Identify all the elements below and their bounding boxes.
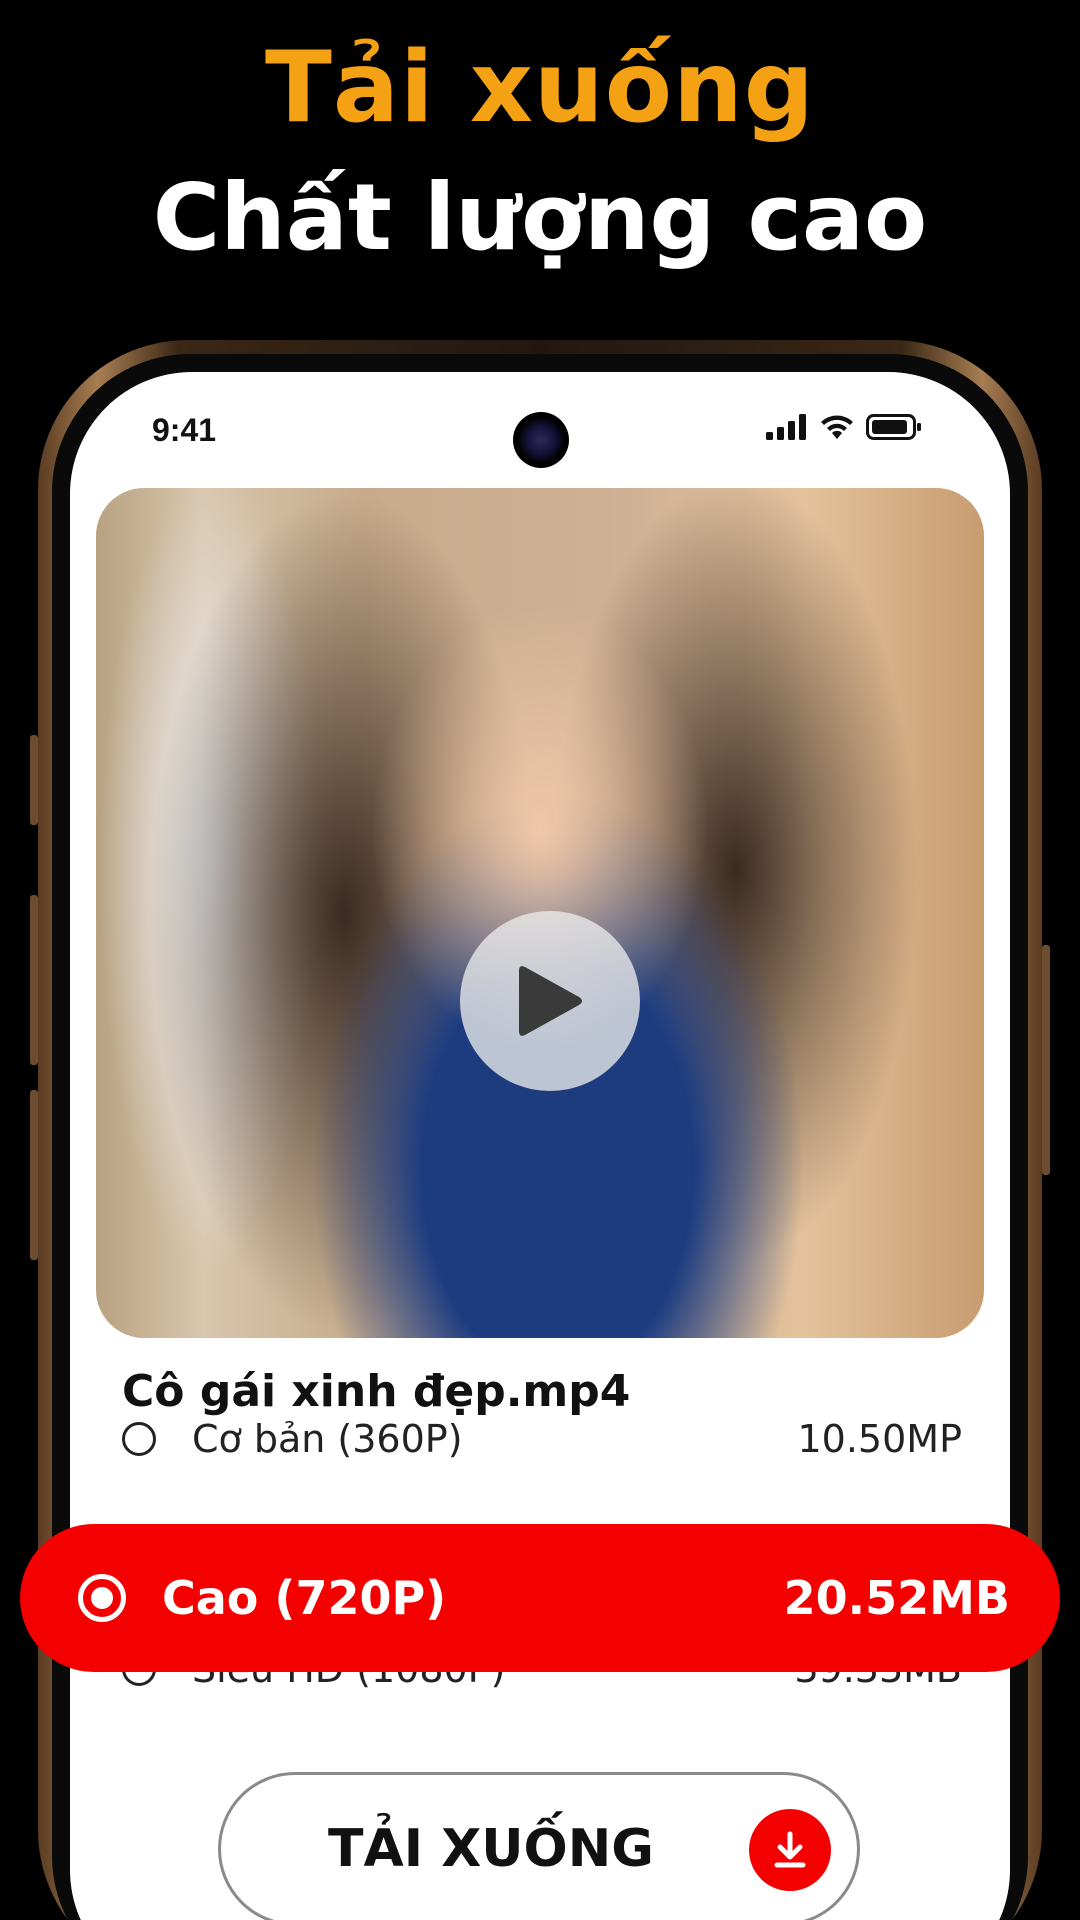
- video-thumbnail[interactable]: [96, 488, 984, 1338]
- phone-side-button: [1042, 945, 1050, 1175]
- battery-icon: [866, 414, 921, 440]
- quality-option-label: Cơ bản (360P): [192, 1417, 463, 1461]
- play-icon: [519, 966, 582, 1036]
- download-icon: [749, 1809, 831, 1891]
- phone-side-button: [30, 1090, 38, 1260]
- status-time: 9:41: [152, 412, 217, 448]
- radio-unselected[interactable]: [122, 1422, 156, 1456]
- play-button[interactable]: [460, 911, 640, 1091]
- quality-option-720p-selected[interactable]: Cao (720P) 20.52MB: [20, 1524, 1060, 1672]
- quality-option-label: Cao (720P): [162, 1571, 447, 1625]
- phone-side-button: [30, 735, 38, 825]
- download-button[interactable]: TẢI XUỐNG: [218, 1772, 860, 1920]
- quality-option-size: 20.52MB: [783, 1571, 1010, 1625]
- headline-download: Tải xuống: [265, 31, 815, 145]
- radio-selected-dot: [91, 1587, 113, 1609]
- headline-high-quality: Chất lượng cao: [152, 164, 928, 271]
- phone-side-button: [30, 895, 38, 1065]
- front-camera: [513, 412, 569, 468]
- wifi-icon: [821, 415, 853, 439]
- cellular-signal-icon: [766, 414, 806, 440]
- quality-option-size: 10.50MP: [797, 1417, 963, 1461]
- quality-option-360p[interactable]: Cơ bản (360P) 10.50MP: [122, 1404, 980, 1474]
- phone-screen: 9:41 Cô gái xinh đẹp.mp4 Cơ bản (360P) 1…: [70, 372, 1010, 1920]
- status-icons: [766, 414, 922, 440]
- radio-selected[interactable]: [78, 1574, 126, 1622]
- download-button-label: TẢI XUỐNG: [328, 1819, 654, 1879]
